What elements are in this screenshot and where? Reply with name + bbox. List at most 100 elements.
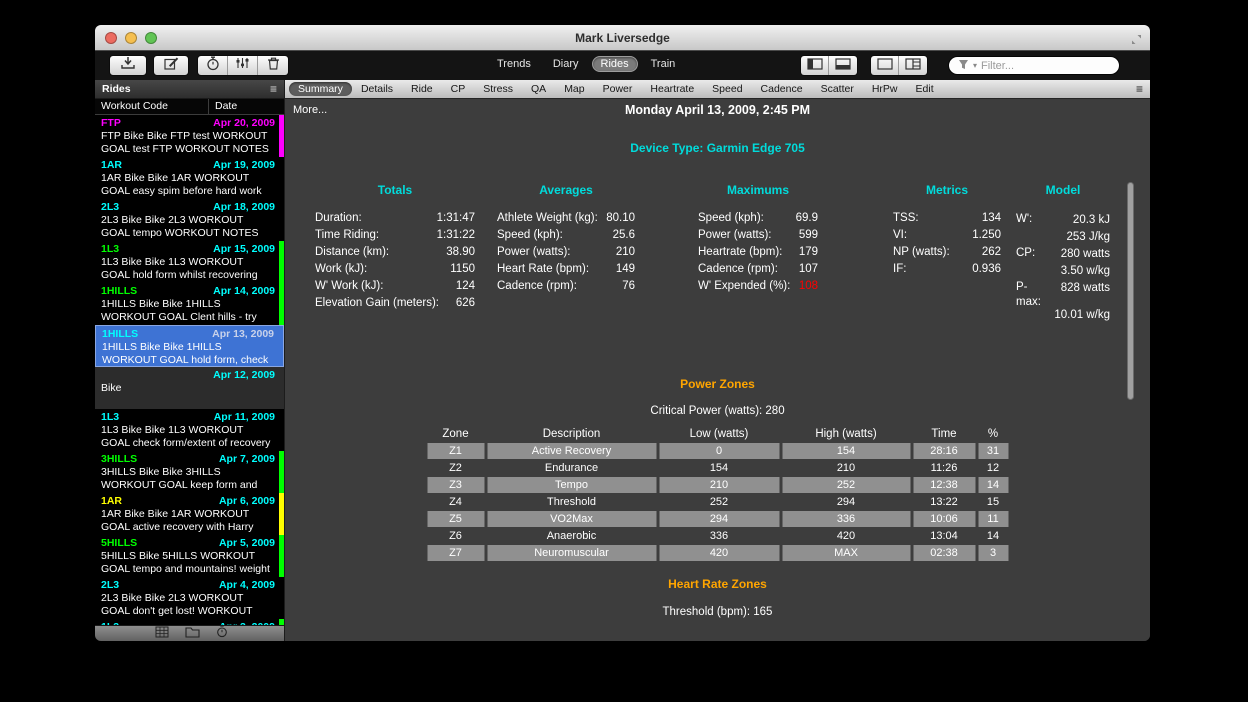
zone-cell: 420 bbox=[782, 528, 910, 544]
tabbar-menu-icon[interactable]: ≡ bbox=[1136, 82, 1143, 96]
zone-cell: 11:26 bbox=[913, 460, 975, 476]
close-button[interactable] bbox=[105, 32, 117, 44]
zone-row: Z5VO2Max29433610:0611 bbox=[427, 511, 1008, 527]
list-item[interactable]: 1ARApr 19, 2009 1AR Bike Bike 1AR WORKOU… bbox=[95, 157, 284, 199]
model-header: Model bbox=[1016, 183, 1110, 199]
single-pane-icon bbox=[877, 57, 893, 75]
minimize-button[interactable] bbox=[125, 32, 137, 44]
color-stripe bbox=[279, 115, 284, 157]
toggle-bottombar-button[interactable] bbox=[829, 56, 857, 75]
tab-stress[interactable]: Stress bbox=[474, 82, 522, 96]
tab-cp[interactable]: CP bbox=[442, 82, 475, 96]
filter-input[interactable] bbox=[981, 60, 1123, 72]
list-item[interactable]: Apr 12, 2009 Bike bbox=[95, 367, 284, 409]
tab-ride[interactable]: Ride bbox=[402, 82, 442, 96]
fullscreen-icon[interactable] bbox=[1131, 32, 1142, 50]
stopwatch-button[interactable] bbox=[198, 56, 228, 75]
workout-date: Apr 19, 2009 bbox=[213, 159, 275, 172]
workout-date: Apr 12, 2009 bbox=[213, 369, 275, 382]
power-zones-table: Zone Description Low (watts) High (watts… bbox=[427, 426, 1008, 562]
list-item[interactable]: 3HILLSApr 7, 2009 3HILLS Bike Bike 3HILL… bbox=[95, 451, 284, 493]
view-tab-train[interactable]: Train bbox=[642, 56, 685, 72]
filter-dropdown-icon[interactable]: ▾ bbox=[973, 61, 977, 70]
folder-icon[interactable] bbox=[185, 625, 200, 642]
workout-code: 1AR bbox=[101, 495, 122, 508]
tab-scatter[interactable]: Scatter bbox=[812, 82, 863, 96]
workout-code: 5HILLS bbox=[101, 537, 137, 550]
toggle-sidebar-button[interactable] bbox=[801, 56, 829, 75]
color-stripe bbox=[279, 451, 284, 493]
tools-segmented-control bbox=[197, 55, 289, 76]
titlebar: Mark Liversedge bbox=[95, 25, 1150, 51]
list-item[interactable]: 1HILLSApr 14, 2009 1HILLS Bike Bike 1HIL… bbox=[95, 283, 284, 325]
metric-label: Heartrate (bpm): bbox=[698, 246, 782, 263]
list-item[interactable]: 1ARApr 6, 2009 1AR Bike Bike 1AR WORKOUT… bbox=[95, 493, 284, 535]
tab-edit[interactable]: Edit bbox=[907, 82, 943, 96]
workout-code: 1HILLS bbox=[101, 285, 137, 298]
metric-label: Power (watts): bbox=[497, 246, 571, 263]
download-icon bbox=[120, 56, 136, 75]
tab-details[interactable]: Details bbox=[352, 82, 402, 96]
workout-text: WORKOUT GOAL Clent hills - try bbox=[101, 311, 275, 324]
workout-date: Apr 7, 2009 bbox=[219, 453, 275, 466]
tab-heartrate[interactable]: Heartrate bbox=[641, 82, 703, 96]
zoom-button[interactable] bbox=[145, 32, 157, 44]
single-pane-button[interactable] bbox=[871, 56, 899, 75]
stopwatch-icon[interactable] bbox=[216, 625, 228, 642]
col-header-high: High (watts) bbox=[782, 426, 910, 442]
metric-value: 0.936 bbox=[972, 263, 1001, 280]
sidebar-menu-icon[interactable]: ≡ bbox=[270, 82, 277, 96]
download-button[interactable] bbox=[109, 55, 147, 76]
view-tab-rides[interactable]: Rides bbox=[592, 56, 638, 72]
workout-date: Apr 4, 2009 bbox=[219, 579, 275, 592]
delete-button[interactable] bbox=[258, 56, 288, 75]
list-item[interactable]: 1L3Apr 15, 2009 1L3 Bike Bike 1L3 WORKOU… bbox=[95, 241, 284, 283]
list-item[interactable]: 1L3Apr 3, 2009 bbox=[95, 619, 284, 625]
tab-speed[interactable]: Speed bbox=[703, 82, 751, 96]
tab-hrpw[interactable]: HrPw bbox=[863, 82, 907, 96]
view-tab-trends[interactable]: Trends bbox=[488, 56, 540, 72]
zone-cell: Z3 bbox=[427, 477, 484, 493]
color-stripe bbox=[279, 283, 284, 325]
vertical-scrollbar[interactable] bbox=[1127, 182, 1134, 400]
workout-text: WORKOUT GOAL hold form, check bbox=[102, 354, 274, 367]
column-header-date[interactable]: Date bbox=[209, 99, 284, 114]
edit-button[interactable] bbox=[153, 55, 189, 76]
list-item[interactable]: 2L3Apr 4, 2009 2L3 Bike Bike 2L3 WORKOUT… bbox=[95, 577, 284, 619]
grid-icon[interactable] bbox=[155, 625, 169, 642]
zone-cell: Z5 bbox=[427, 511, 484, 527]
zone-cell: 28:16 bbox=[913, 443, 975, 459]
metric-value: 107 bbox=[799, 263, 818, 280]
tab-map[interactable]: Map bbox=[555, 82, 593, 96]
intervals-button[interactable] bbox=[228, 56, 258, 75]
zone-cell: Z6 bbox=[427, 528, 484, 544]
metric-label: CP: bbox=[1016, 246, 1052, 280]
metric-label: Athlete Weight (kg): bbox=[497, 212, 598, 229]
zone-row: Z2Endurance15421011:2612 bbox=[427, 460, 1008, 476]
metric-label: Cadence (rpm): bbox=[698, 263, 778, 280]
workout-code: 2L3 bbox=[101, 579, 119, 592]
workout-text: 1HILLS Bike Bike 1HILLS bbox=[101, 298, 275, 311]
tab-summary[interactable]: Summary bbox=[289, 82, 352, 96]
list-item[interactable]: 1L3Apr 11, 2009 1L3 Bike Bike 1L3 WORKOU… bbox=[95, 409, 284, 451]
zone-cell: Z1 bbox=[427, 443, 484, 459]
tab-cadence[interactable]: Cadence bbox=[752, 82, 812, 96]
zone-row: Z7Neuromuscular420MAX02:383 bbox=[427, 545, 1008, 561]
column-header-workout-code[interactable]: Workout Code bbox=[95, 99, 209, 114]
color-stripe bbox=[279, 535, 284, 577]
intervals-icon bbox=[235, 56, 250, 75]
tab-qa[interactable]: QA bbox=[522, 82, 555, 96]
split-pane-button[interactable] bbox=[899, 56, 927, 75]
zone-cell: Z2 bbox=[427, 460, 484, 476]
view-tab-diary[interactable]: Diary bbox=[544, 56, 588, 72]
list-item[interactable]: FTPApr 20, 2009 FTP Bike Bike FTP test W… bbox=[95, 115, 284, 157]
list-item-selected[interactable]: 1HILLSApr 13, 2009 1HILLS Bike Bike 1HIL… bbox=[95, 325, 284, 367]
sidebar-header: Rides ≡ bbox=[95, 80, 284, 99]
list-item[interactable]: 2L3Apr 18, 2009 2L3 Bike Bike 2L3 WORKOU… bbox=[95, 199, 284, 241]
list-item[interactable]: 5HILLSApr 5, 2009 5HILLS Bike 5HILLS WOR… bbox=[95, 535, 284, 577]
zone-cell: 154 bbox=[659, 460, 779, 476]
zone-cell: Z4 bbox=[427, 494, 484, 510]
color-stripe bbox=[279, 199, 284, 241]
tab-power[interactable]: Power bbox=[594, 82, 642, 96]
stopwatch-icon bbox=[206, 56, 220, 76]
